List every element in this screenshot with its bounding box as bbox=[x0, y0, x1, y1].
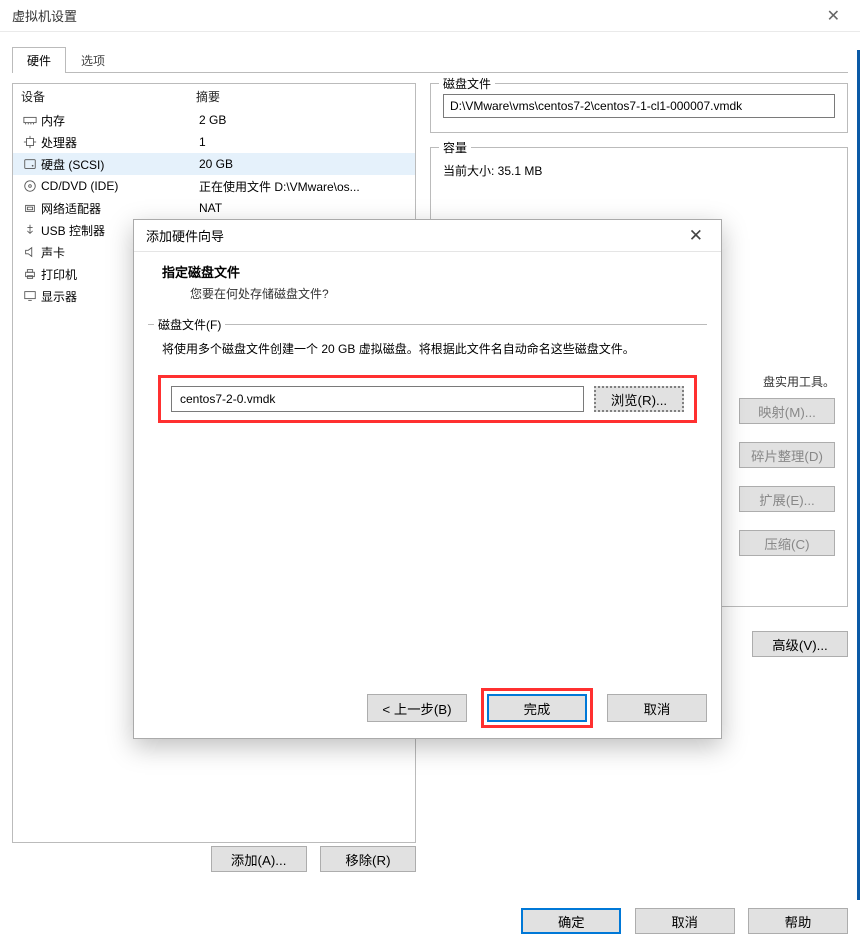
wizard-subheading: 您要在何处存储磁盘文件? bbox=[162, 285, 701, 302]
wizard-titlebar: 添加硬件向导 ✕ bbox=[134, 220, 721, 252]
wizard-heading: 指定磁盘文件 bbox=[162, 262, 701, 281]
wizard-filename-input[interactable] bbox=[171, 386, 584, 412]
cd-icon bbox=[21, 179, 39, 193]
device-row-disk[interactable]: 硬盘 (SCSI)20 GB bbox=[13, 153, 415, 175]
back-button[interactable]: < 上一步(B) bbox=[367, 694, 467, 722]
device-row-cd[interactable]: CD/DVD (IDE)正在使用文件 D:\VMware\os... bbox=[13, 175, 415, 197]
header-device: 设备 bbox=[21, 88, 196, 105]
wizard-title: 添加硬件向导 bbox=[146, 226, 683, 245]
compress-button[interactable]: 压缩(C) bbox=[739, 530, 835, 556]
browse-button[interactable]: 浏览(R)... bbox=[594, 386, 684, 412]
capacity-current: 当前大小: 35.1 MB bbox=[443, 162, 835, 179]
vm-settings-window: 虚拟机设置 ✕ 硬件 选项 设备 摘要 内存2 GB处理器1硬盘 (SCSI)2… bbox=[0, 0, 860, 942]
wizard-footer: < 上一步(B) 完成 取消 bbox=[367, 688, 707, 728]
finish-button-highlight: 完成 bbox=[481, 688, 593, 728]
outer-titlebar: 虚拟机设置 ✕ bbox=[0, 0, 860, 32]
defrag-button[interactable]: 碎片整理(D) bbox=[739, 442, 835, 468]
header-summary: 摘要 bbox=[196, 88, 220, 105]
wizard-file-row-highlight: 浏览(R)... bbox=[158, 375, 697, 423]
expand-button[interactable]: 扩展(E)... bbox=[739, 486, 835, 512]
device-name: CD/DVD (IDE) bbox=[39, 179, 199, 193]
add-hw-button[interactable]: 添加(A)... bbox=[211, 846, 307, 872]
remove-hw-button[interactable]: 移除(R) bbox=[320, 846, 416, 872]
memory-icon bbox=[21, 113, 39, 127]
cpu-icon bbox=[21, 135, 39, 149]
help-button[interactable]: 帮助 bbox=[748, 908, 848, 934]
usb-icon bbox=[21, 223, 39, 237]
device-summary: 1 bbox=[199, 135, 206, 149]
device-name: 硬盘 (SCSI) bbox=[39, 156, 199, 173]
close-icon[interactable]: ✕ bbox=[819, 6, 848, 26]
advanced-button[interactable]: 高级(V)... bbox=[752, 631, 848, 657]
tab-hardware[interactable]: 硬件 bbox=[12, 47, 66, 73]
cancel-button[interactable]: 取消 bbox=[635, 908, 735, 934]
sound-icon bbox=[21, 245, 39, 259]
diskfile-group: 磁盘文件 bbox=[430, 83, 848, 133]
net-icon bbox=[21, 201, 39, 215]
diskfile-path-input[interactable] bbox=[443, 94, 835, 118]
add-hardware-wizard: 添加硬件向导 ✕ 指定磁盘文件 您要在何处存储磁盘文件? 磁盘文件(F) 将使用… bbox=[133, 219, 722, 739]
device-summary: 正在使用文件 D:\VMware\os... bbox=[199, 178, 360, 195]
device-row-net[interactable]: 网络适配器NAT bbox=[13, 197, 415, 219]
disk-icon bbox=[21, 157, 39, 171]
wizard-header: 指定磁盘文件 您要在何处存储磁盘文件? bbox=[134, 252, 721, 318]
wizard-cancel-button[interactable]: 取消 bbox=[607, 694, 707, 722]
device-row-memory[interactable]: 内存2 GB bbox=[13, 109, 415, 131]
device-summary: 20 GB bbox=[199, 157, 233, 171]
device-name: 内存 bbox=[39, 112, 199, 129]
footer-buttons: 确定 取消 帮助 bbox=[511, 908, 848, 934]
wizard-group-label: 磁盘文件(F) bbox=[154, 316, 225, 333]
wizard-close-icon[interactable]: ✕ bbox=[683, 226, 709, 246]
wizard-diskfile-group: 磁盘文件(F) 将使用多个磁盘文件创建一个 20 GB 虚拟磁盘。将根据此文件名… bbox=[148, 324, 707, 443]
tab-options[interactable]: 选项 bbox=[66, 47, 120, 73]
device-list-buttons: 添加(A)... 移除(R) bbox=[12, 846, 416, 872]
finish-button[interactable]: 完成 bbox=[487, 694, 587, 722]
outer-title: 虚拟机设置 bbox=[12, 6, 819, 25]
display-icon bbox=[21, 289, 39, 303]
diskfile-group-label: 磁盘文件 bbox=[439, 75, 495, 92]
device-name: 网络适配器 bbox=[39, 200, 199, 217]
printer-icon bbox=[21, 267, 39, 281]
wizard-description: 将使用多个磁盘文件创建一个 20 GB 虚拟磁盘。将根据此文件名自动命名这些磁盘… bbox=[162, 339, 697, 359]
map-button[interactable]: 映射(M)... bbox=[739, 398, 835, 424]
device-row-cpu[interactable]: 处理器1 bbox=[13, 131, 415, 153]
device-list-header: 设备 摘要 bbox=[13, 84, 415, 109]
device-summary: 2 GB bbox=[199, 113, 226, 127]
device-name: 处理器 bbox=[39, 134, 199, 151]
device-summary: NAT bbox=[199, 201, 222, 215]
tab-strip: 硬件 选项 bbox=[0, 32, 860, 72]
capacity-group-label: 容量 bbox=[439, 139, 471, 156]
ok-button[interactable]: 确定 bbox=[521, 908, 621, 934]
